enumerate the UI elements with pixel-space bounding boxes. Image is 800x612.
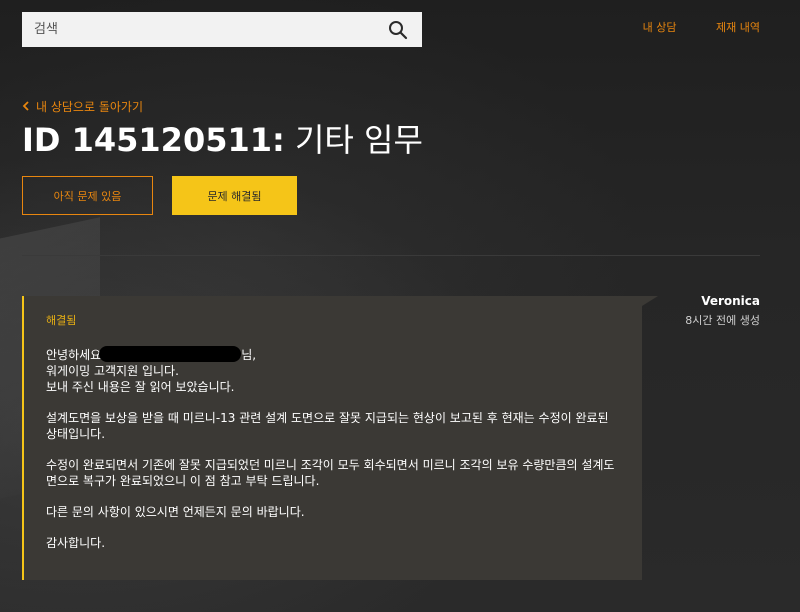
- ticket-id: ID 145120511:: [22, 121, 285, 159]
- message-pointer: [642, 296, 658, 306]
- problem-resolved-button[interactable]: 문제 해결됨: [172, 176, 297, 215]
- message-line: 보내 주신 내용은 잘 읽어 보았습니다.: [46, 380, 235, 394]
- support-message: 해결됨 안녕하세요 님, 워게이밍 고객지원 입니다. 보내 주신 내용은 잘 읽…: [22, 296, 642, 580]
- search-icon[interactable]: [388, 20, 408, 40]
- message-status: 해결됨: [46, 314, 77, 327]
- search-input[interactable]: [22, 12, 382, 47]
- still-unresolved-button[interactable]: 아직 문제 있음: [22, 176, 153, 215]
- greeting-start: 안녕하세요: [46, 348, 102, 362]
- search-box: [22, 12, 422, 47]
- page-title: ID 145120511: 기타 임무: [22, 118, 423, 162]
- message-paragraph: 설계도면을 보상을 받을 때 미르니-13 관련 설계 도면으로 잘못 지급되는…: [46, 411, 609, 441]
- top-bar: 내 상담 제재 내역: [0, 0, 800, 60]
- message-body: 안녕하세요 님, 워게이밍 고객지원 입니다. 보내 주신 내용은 잘 읽어 보았…: [46, 346, 620, 551]
- message-line: 워게이밍 고객지원 입니다.: [46, 364, 179, 378]
- message-paragraph: 다른 문의 사항이 있으시면 언제든지 문의 바랍니다.: [46, 505, 305, 519]
- section-divider: [22, 255, 760, 256]
- nav-my-tickets[interactable]: 내 상담: [643, 21, 677, 34]
- author-name: Veronica: [701, 294, 760, 308]
- redacted-username: [99, 346, 242, 362]
- greeting-end: 님,: [241, 348, 257, 362]
- ticket-subject: 기타 임무: [294, 121, 423, 159]
- message-author: Veronica 8시간 전에 생성: [685, 294, 760, 328]
- top-nav: 내 상담 제재 내역: [607, 19, 760, 35]
- message-paragraph: 감사합니다.: [46, 536, 106, 550]
- nav-sanctions[interactable]: 제재 내역: [716, 21, 760, 34]
- back-link-label: 내 상담으로 돌아가기: [36, 100, 143, 114]
- chevron-left-icon: [22, 100, 30, 114]
- created-time: 8시간 전에 생성: [685, 314, 760, 327]
- message-paragraph: 수정이 완료되면서 기존에 잘못 지급되었던 미르니 조각이 모두 회수되면서 …: [46, 458, 615, 488]
- back-to-tickets-link[interactable]: 내 상담으로 돌아가기: [22, 98, 143, 115]
